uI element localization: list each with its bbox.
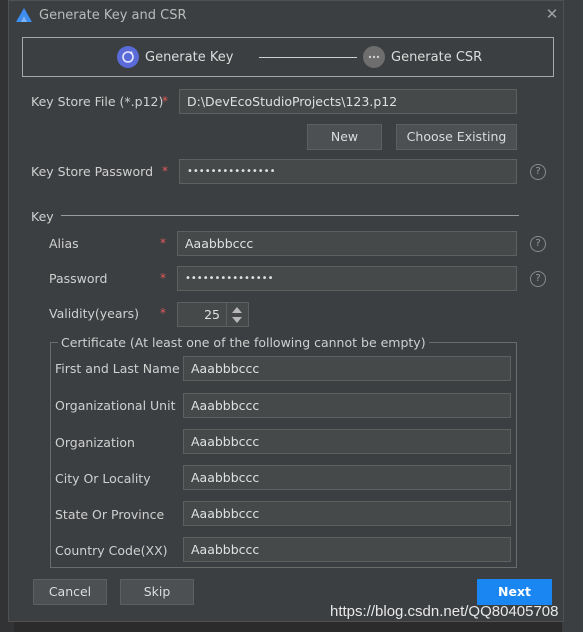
key-password-field[interactable]: ••••••••••••••• (177, 266, 517, 291)
cert-name-field[interactable]: Aaabbbccc (183, 356, 511, 381)
required-mark: * (160, 306, 166, 320)
keystore-file-label: Key Store File (*.p12) (31, 94, 164, 109)
generate-key-dialog: Generate Key and CSR ✕ Generate Key Gene… (8, 0, 564, 622)
step-generate-csr-label: Generate CSR (391, 50, 483, 65)
keystore-password-label: Key Store Password (31, 164, 154, 179)
cert-country-field[interactable]: Aaabbbccc (183, 537, 511, 562)
cert-org-unit-field[interactable]: Aaabbbccc (183, 393, 511, 418)
required-mark: * (160, 236, 166, 250)
cert-org-label: Organization (55, 435, 135, 450)
watermark-text: https://blog.csdn.net/QQ80405708 (330, 603, 559, 620)
spinner-up-icon[interactable] (232, 307, 242, 313)
cert-org-field[interactable]: Aaabbbccc (183, 429, 511, 454)
keystore-password-field[interactable]: ••••••••••••••• (179, 159, 517, 184)
validity-spinner (227, 302, 249, 327)
required-mark: * (160, 271, 166, 285)
choose-existing-button[interactable]: Choose Existing (396, 124, 517, 150)
cancel-button[interactable]: Cancel (33, 579, 107, 605)
alias-label: Alias (49, 236, 79, 251)
validity-label: Validity(years) (49, 306, 140, 321)
help-icon[interactable]: ? (530, 236, 546, 252)
key-section-divider (61, 215, 519, 216)
cert-country-label: Country Code(XX) (55, 543, 168, 558)
required-mark: * (162, 94, 168, 108)
alias-field[interactable]: Aaabbbccc (177, 231, 517, 256)
deveco-logo-icon (16, 8, 32, 22)
spinner-down-icon[interactable] (232, 317, 242, 323)
help-icon[interactable]: ? (530, 271, 546, 287)
close-icon[interactable]: ✕ (545, 7, 559, 22)
skip-button[interactable]: Skip (120, 579, 194, 605)
key-password-label: Password (49, 271, 108, 286)
cert-org-unit-label: Organizational Unit (55, 398, 176, 413)
next-button[interactable]: Next (477, 579, 552, 605)
required-mark: * (162, 164, 168, 178)
step-connector (259, 57, 357, 58)
key-section-title: Key (31, 209, 54, 224)
dialog-title: Generate Key and CSR (39, 8, 187, 23)
ellipsis-icon (363, 46, 385, 68)
validity-input[interactable]: 25 (177, 302, 227, 327)
refresh-icon (117, 46, 139, 68)
keystore-file-field[interactable]: D:\DevEcoStudioProjects\123.p12 (179, 89, 517, 114)
cert-city-field[interactable]: Aaabbbccc (183, 465, 511, 490)
step-generate-key-label: Generate Key (145, 50, 234, 65)
new-keystore-button[interactable]: New (307, 124, 382, 150)
ide-editor-right-panel (562, 0, 583, 632)
step-indicator: Generate Key Generate CSR (22, 37, 554, 77)
dialog-titlebar: Generate Key and CSR ✕ (9, 1, 563, 31)
cert-city-label: City Or Locality (55, 471, 151, 486)
cert-state-field[interactable]: Aaabbbccc (183, 501, 511, 526)
cert-name-label: First and Last Name (55, 361, 180, 376)
cert-state-label: State Or Province (55, 507, 165, 522)
help-icon[interactable]: ? (530, 164, 546, 180)
certificate-legend: Certificate (At least one of the followi… (58, 335, 429, 350)
